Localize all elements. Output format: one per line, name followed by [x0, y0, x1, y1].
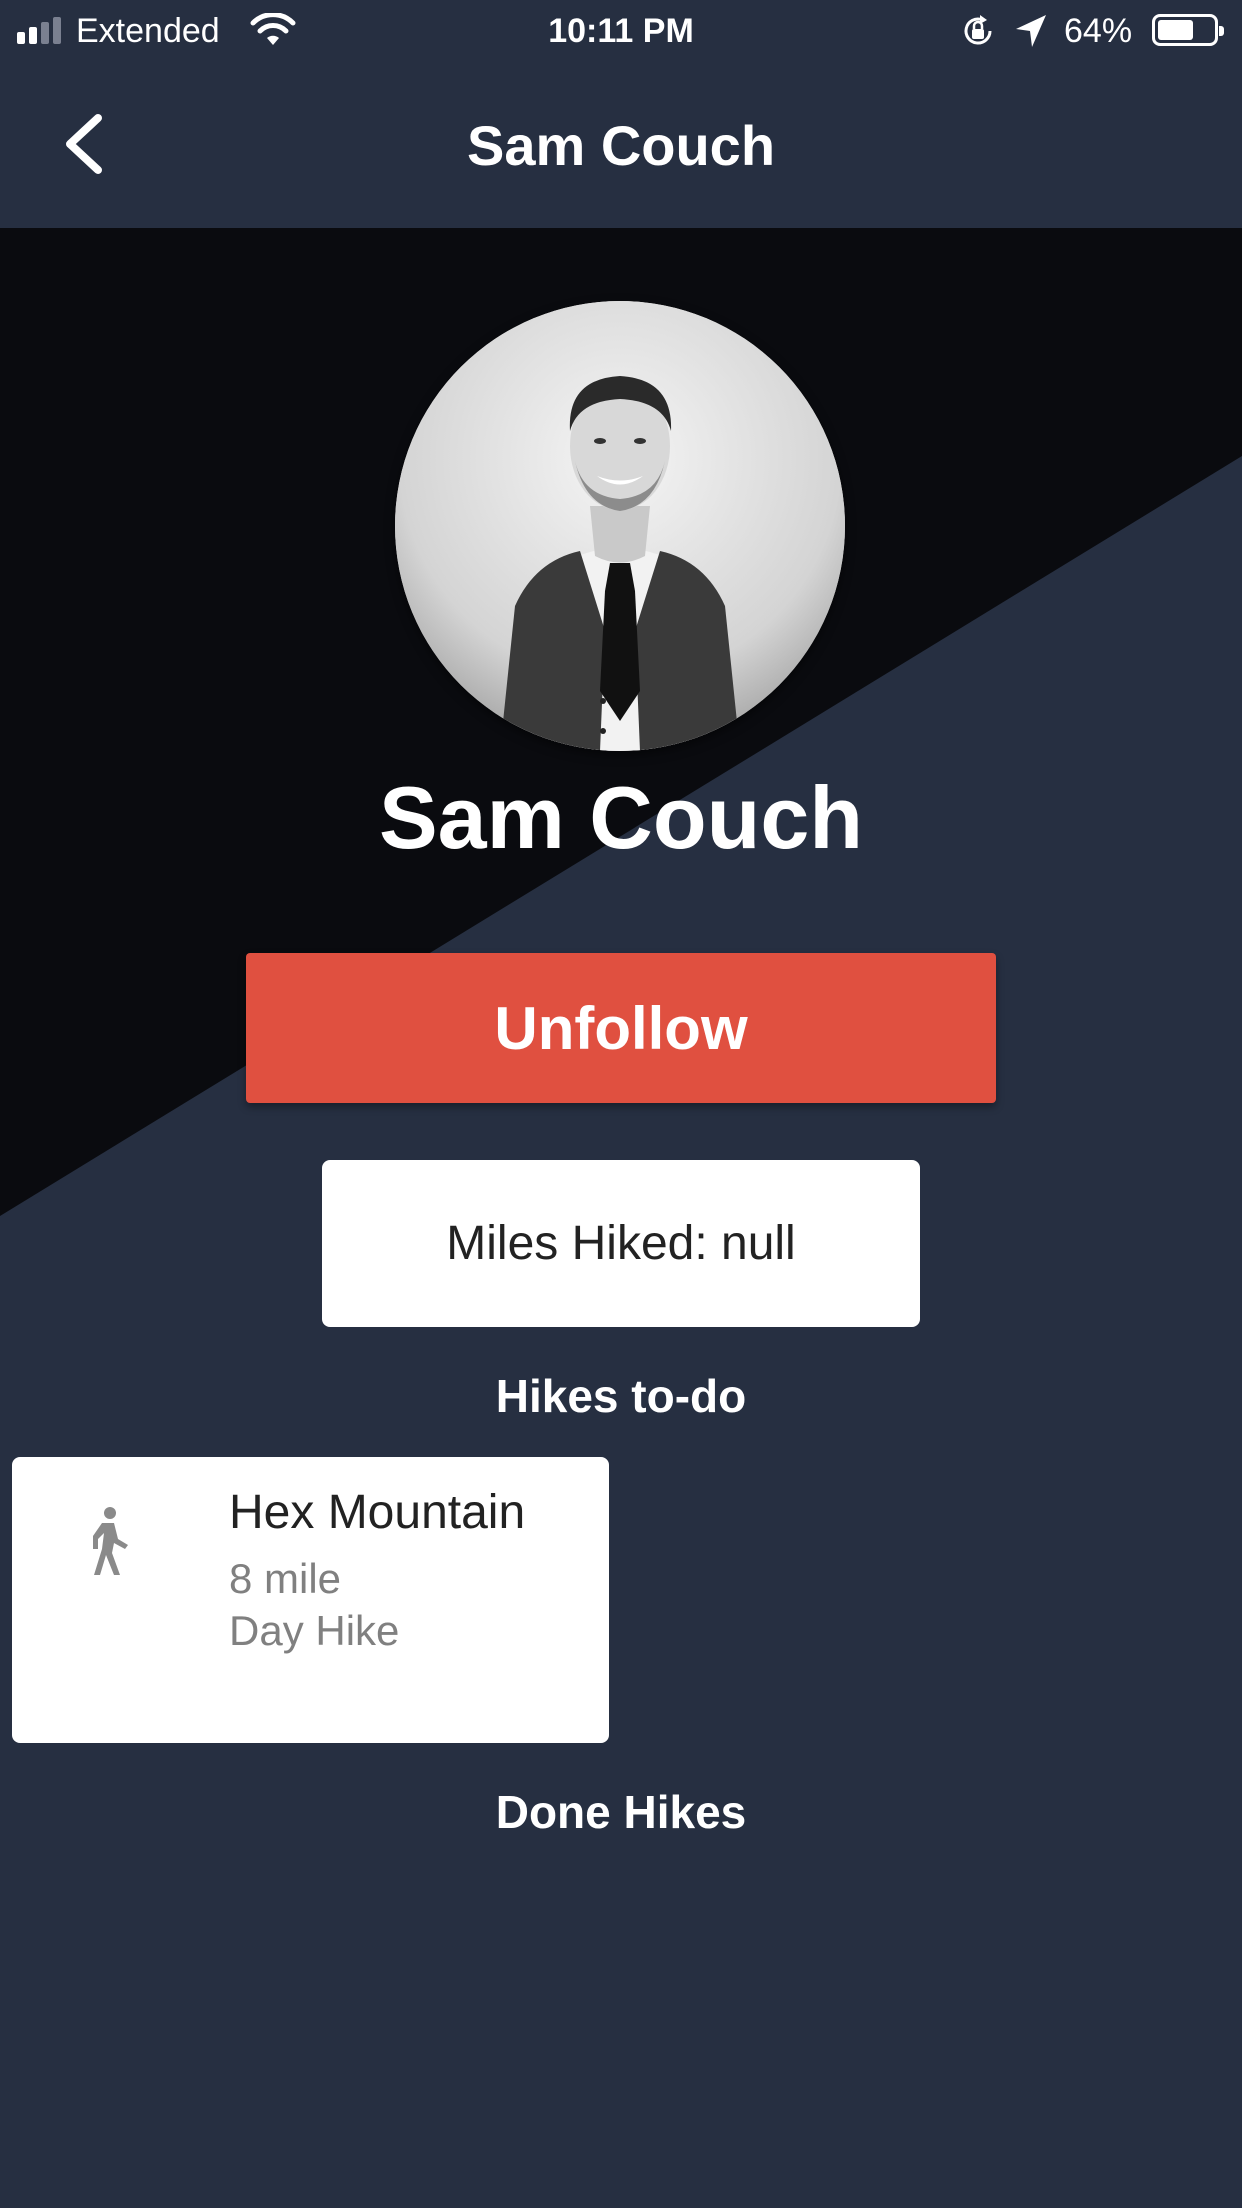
hikes-todo-title: Hikes to-do [495, 1370, 747, 1422]
done-hikes-title: Done Hikes [495, 1786, 747, 1838]
hike-type: Day Hike [229, 1607, 400, 1654]
hike-name: Hex Mountain [229, 1486, 526, 1539]
profile-photo [395, 301, 845, 751]
unfollow-button[interactable]: Unfollow [246, 953, 996, 1103]
nav-bar: Sam Couch [0, 62, 1242, 228]
profile-name: Sam Couch [378, 768, 864, 867]
location-arrow-icon [1016, 15, 1046, 47]
status-bar: Extended 10:11 PM 64% [0, 0, 1242, 62]
nav-title: Sam Couch [466, 114, 776, 177]
status-time: 10:11 PM [548, 12, 694, 50]
hiker-icon [93, 1507, 128, 1575]
avatar [395, 301, 845, 751]
hike-card[interactable]: Hex Mountain 8 mile Day Hike [12, 1457, 609, 1743]
miles-hiked-card: Miles Hiked: null [322, 1160, 920, 1327]
battery-icon [1152, 14, 1224, 46]
hike-distance: 8 mile [229, 1555, 342, 1602]
rotation-lock-icon [964, 15, 992, 45]
battery-percent: 64% [1064, 12, 1133, 50]
